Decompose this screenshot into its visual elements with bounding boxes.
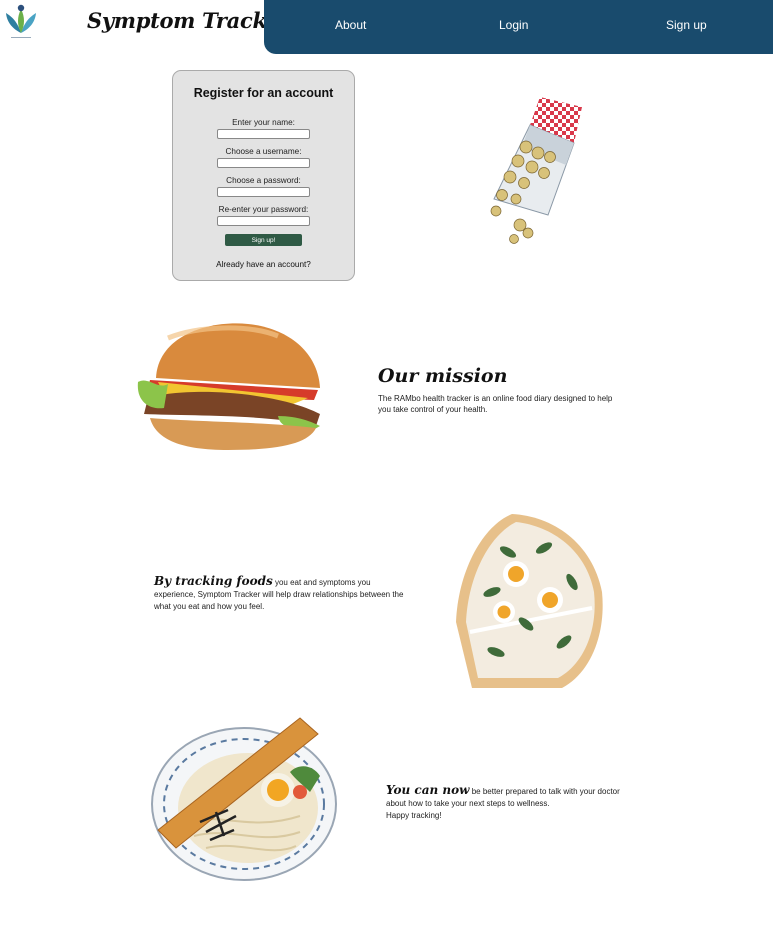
username-input[interactable]: [217, 158, 310, 168]
password-input[interactable]: [217, 187, 310, 197]
cannow-lead: You can now: [386, 783, 470, 797]
name-input[interactable]: [217, 129, 310, 139]
name-label: Enter your name:: [232, 118, 295, 127]
pizza-illustration: [456, 514, 603, 688]
brand-title: Symptom Tracker: [87, 8, 291, 33]
nav-signup-link[interactable]: Sign up: [666, 18, 707, 32]
udon-bowl-illustration: [151, 717, 337, 881]
tracking-lead: By tracking foods: [154, 574, 273, 588]
register-title: Register for an account: [193, 86, 334, 100]
tracking-paragraph: By tracking foods you eat and symptoms y…: [154, 575, 412, 613]
register-card: Register for an account Enter your name:…: [172, 70, 355, 281]
nav-about-link[interactable]: About: [335, 18, 366, 32]
popcorn-illustration: [490, 97, 582, 244]
cannow-paragraph: You can now be better prepared to talk w…: [386, 784, 642, 822]
logo-icon: [6, 4, 36, 38]
closing-text: Happy tracking!: [386, 811, 442, 820]
have-account-link[interactable]: Already have an account?: [173, 260, 354, 269]
username-label: Choose a username:: [225, 147, 302, 156]
nav-login-link[interactable]: Login: [499, 18, 528, 32]
mission-text: The RAMbo health tracker is an online fo…: [378, 394, 613, 414]
reenter-password-label: Re-enter your password:: [218, 205, 309, 214]
mission-title: Our mission: [378, 365, 508, 387]
signup-submit-button[interactable]: Sign up!: [225, 234, 302, 246]
password-label: Choose a password:: [226, 176, 301, 185]
reenter-password-input[interactable]: [217, 216, 310, 226]
burger-illustration: [137, 323, 320, 450]
top-navbar: About Login Sign up: [264, 0, 773, 54]
